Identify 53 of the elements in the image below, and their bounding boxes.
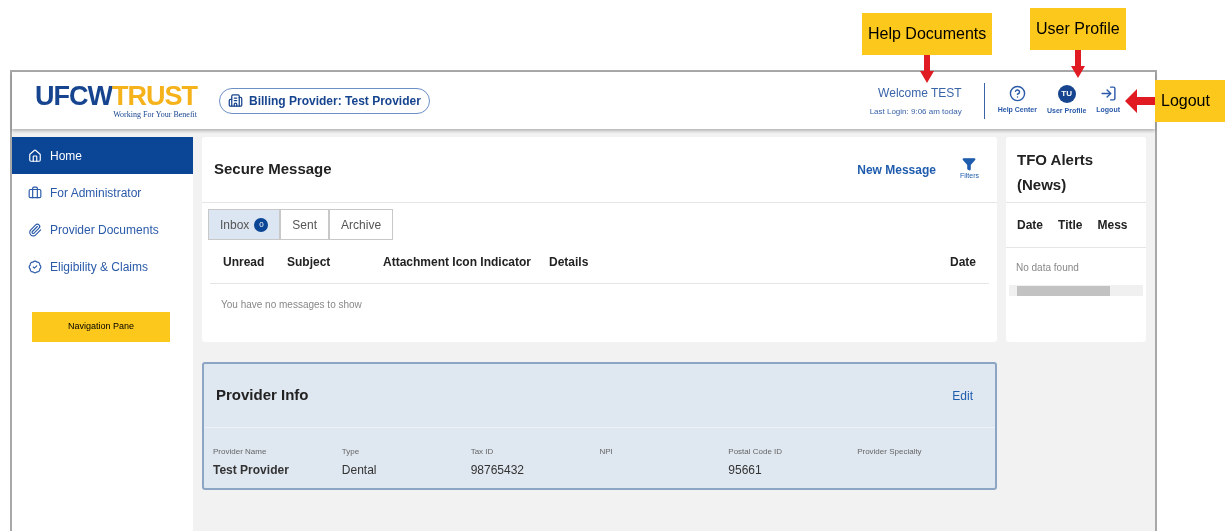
tab[interactable]: Inbox 0 — [208, 209, 281, 240]
empty-message: No data found — [1015, 261, 1080, 275]
help-icon — [1008, 85, 1026, 103]
arrow-icon — [1070, 50, 1085, 78]
scrollbar[interactable] — [1009, 285, 1143, 296]
building-icon — [228, 93, 243, 108]
field-value: 98765432 — [470, 462, 526, 479]
column-header: Date — [950, 253, 976, 271]
column-header: Unread — [223, 253, 266, 271]
nav-icon — [28, 222, 42, 237]
callout-label: Help Documents — [862, 13, 993, 55]
column-header: Mess — [1097, 217, 1128, 234]
field-value: 95661 — [728, 462, 763, 479]
new-message-link[interactable]: New Message — [857, 160, 936, 179]
nav-item[interactable]: Home — [12, 137, 193, 174]
field-label: Type — [341, 446, 361, 458]
tab[interactable]: Sent — [280, 209, 330, 240]
column-header: Subject — [287, 253, 332, 271]
field-label: NPI — [599, 446, 614, 458]
nav-item[interactable]: For Administrator — [12, 174, 193, 211]
card-title: TFO Alerts (News) — [1017, 151, 1094, 193]
field-label: Provider Specialty — [857, 446, 923, 458]
tab[interactable]: Archive — [329, 209, 394, 240]
field-label: Tax ID — [470, 446, 495, 458]
field-label: Postal Code ID — [728, 446, 784, 458]
field-value: Dental — [341, 462, 378, 479]
card-title: Secure Message — [214, 159, 332, 180]
nav-item[interactable]: Provider Documents — [12, 211, 193, 248]
callout-label: Navigation Pane — [32, 312, 170, 342]
avatar: TU — [1057, 84, 1076, 103]
column-header: Date — [1017, 217, 1043, 234]
last-login-text: Last Login: 9:06 am today — [869, 105, 962, 118]
edit-link[interactable]: Edit — [952, 386, 973, 405]
empty-message: You have no messages to show — [220, 298, 363, 312]
count-badge: 0 — [254, 217, 269, 232]
logout-icon — [1099, 85, 1117, 103]
arrow-icon — [1125, 89, 1155, 113]
nav-icon — [28, 259, 42, 274]
filter-icon — [962, 157, 977, 172]
nav-icon — [28, 185, 42, 200]
nav-item[interactable]: Eligibility & Claims — [12, 248, 193, 285]
column-header: Attachment Icon Indicator — [383, 253, 532, 271]
column-header: Title — [1058, 217, 1083, 234]
logo: UFCWTRUST Working For Your Benefit — [34, 82, 197, 119]
field-label: Provider Name — [213, 446, 268, 458]
card-title: Provider Info — [216, 385, 309, 406]
nav-icon — [28, 148, 42, 163]
callout-label: Logout — [1155, 80, 1225, 122]
arrow-icon — [920, 55, 935, 83]
column-header: Details — [549, 253, 590, 271]
callout-label: User Profile — [1030, 8, 1126, 50]
welcome-text: Welcome TEST — [878, 84, 962, 102]
field-value: Test Provider — [213, 462, 290, 479]
